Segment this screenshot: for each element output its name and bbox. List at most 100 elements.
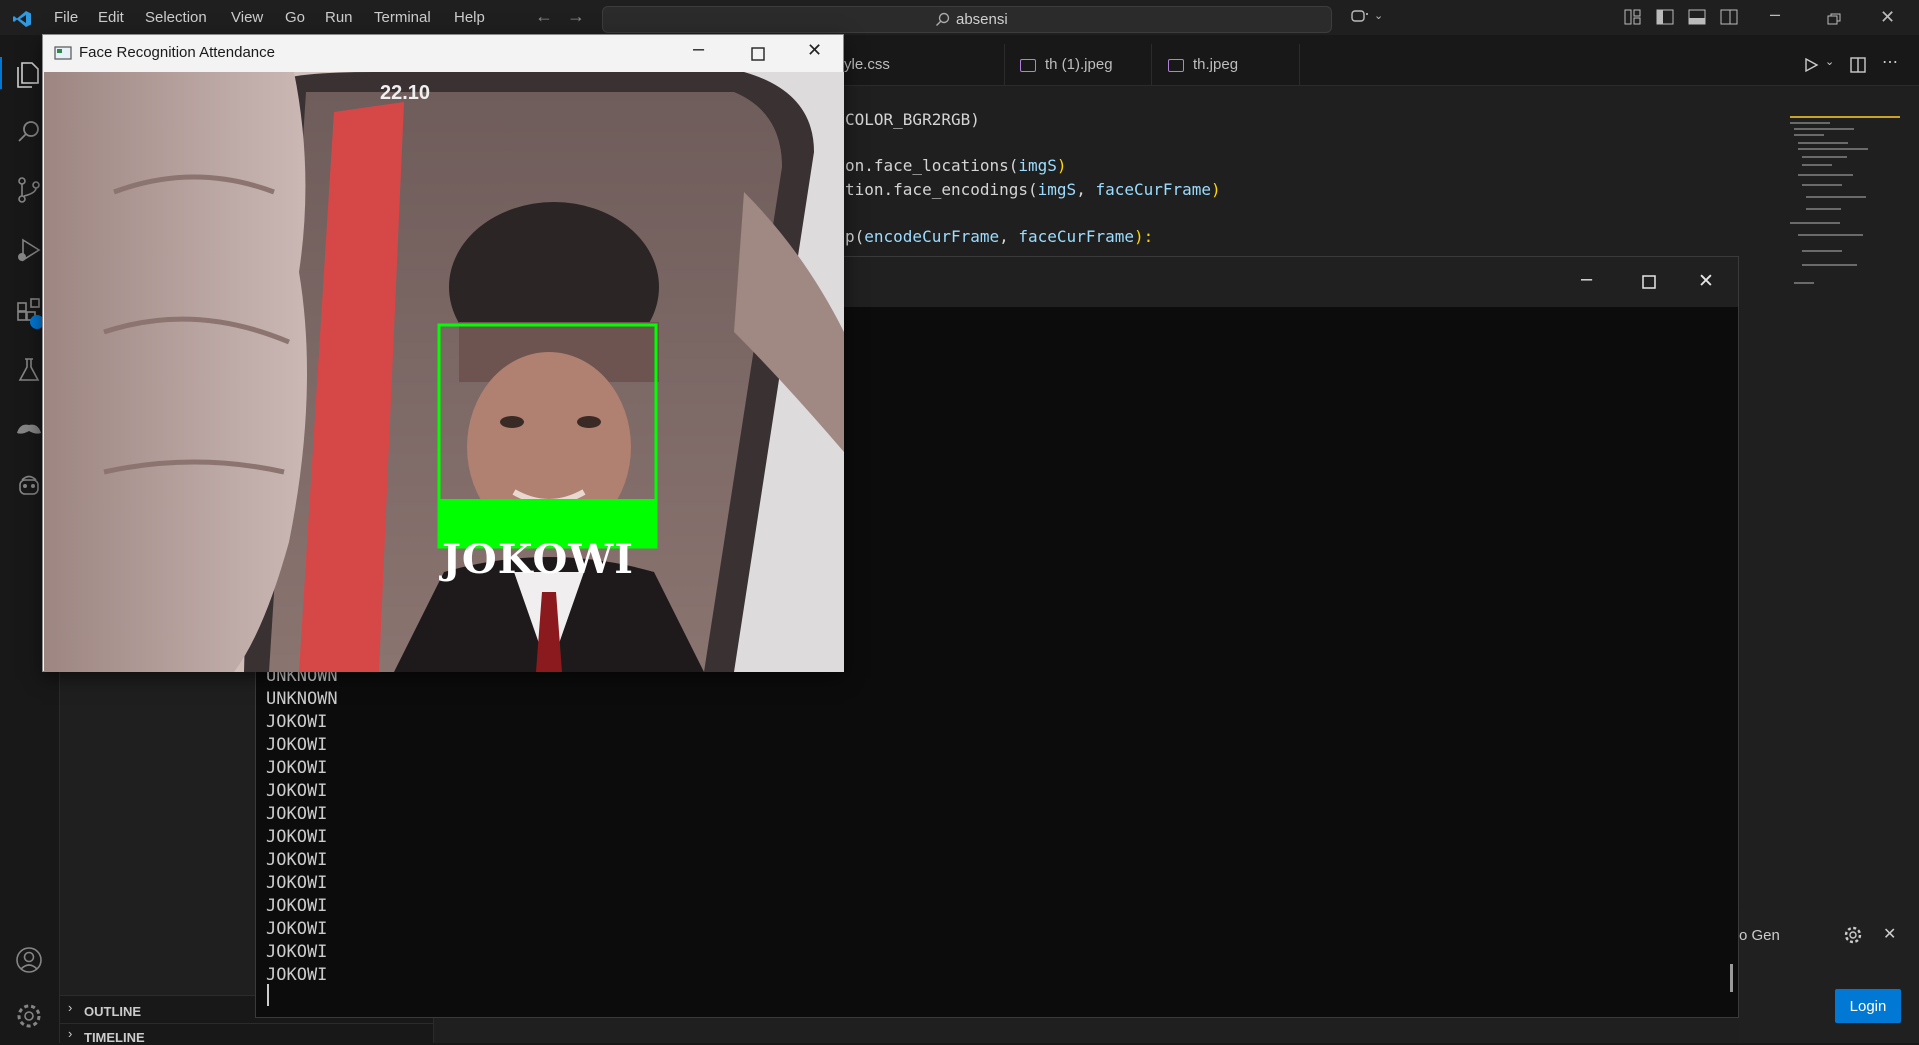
app-window-icon — [54, 46, 72, 60]
notification-settings-gear-icon[interactable] — [1843, 925, 1863, 945]
menu-help[interactable]: Help — [454, 9, 485, 26]
explorer-icon[interactable] — [14, 59, 44, 89]
menu-selection[interactable]: Selection — [145, 9, 207, 26]
code-line: on.face_locations(imgS) — [845, 156, 1067, 175]
source-control-icon[interactable] — [14, 175, 44, 205]
remote-explorer-icon[interactable] — [14, 413, 44, 443]
copilot-icon[interactable] — [1350, 8, 1370, 26]
notification-close-icon[interactable]: ✕ — [1883, 924, 1896, 944]
menu-go[interactable]: Go — [285, 9, 305, 26]
terminal-output-line: JOKOWI — [266, 942, 328, 962]
menu-edit[interactable]: Edit — [98, 9, 124, 26]
terminal-output-line: JOKOWI — [266, 919, 328, 939]
image-file-icon — [1168, 58, 1184, 72]
testing-icon[interactable] — [14, 355, 44, 385]
menu-file[interactable]: File — [54, 9, 78, 26]
account-icon[interactable] — [14, 945, 44, 975]
tab-label: yle.css — [844, 56, 890, 73]
face-recognition-window: Face Recognition Attendance – ✕ 22.10 JO… — [42, 34, 844, 672]
minimap-line — [1802, 164, 1832, 166]
minimap-line — [1790, 122, 1830, 124]
terminal-output: UNKNOWN UNKNOWN JOKOWI JOKOWI JOKOWI JOKOWI JO… — [266, 665, 338, 987]
run-file-icon[interactable] — [1803, 57, 1819, 73]
face-window-maximize-icon[interactable] — [751, 47, 765, 61]
phone-clock-text: 22.10 — [380, 82, 431, 104]
minimap-line — [1806, 196, 1866, 198]
terminal-output-line: JOKOWI — [266, 827, 328, 847]
minimap-line — [1794, 134, 1824, 136]
notification-text: o Gen — [1739, 927, 1780, 944]
terminal-output-line: JOKOWI — [266, 873, 328, 893]
settings-gear-icon[interactable] — [14, 1001, 44, 1031]
minimize-icon[interactable]: – — [1770, 4, 1780, 25]
divider — [60, 1023, 434, 1024]
back-arrow-icon[interactable]: ← — [535, 6, 553, 27]
terminal-output-line: JOKOWI — [266, 896, 328, 916]
chevron-right-icon: › — [68, 1000, 73, 1015]
minimap-line — [1794, 282, 1814, 284]
title-bar: File Edit Selection View Go Run Terminal… — [0, 0, 1919, 35]
terminal-output-line: JOKOWI — [266, 781, 328, 801]
terminal-output-line: JOKOWI — [266, 965, 328, 985]
customize-layout-icon[interactable] — [1623, 8, 1643, 26]
minimap-line — [1798, 142, 1848, 144]
restore-icon[interactable] — [1827, 13, 1841, 25]
run-debug-icon[interactable] — [14, 235, 44, 265]
terminal-output-line: JOKOWI — [266, 735, 328, 755]
terminal-output-line: UNKNOWN — [266, 689, 338, 709]
tab-label: th (1).jpeg — [1045, 56, 1113, 73]
more-actions-icon[interactable]: ⋯ — [1882, 52, 1898, 72]
tab-label: th.jpeg — [1193, 56, 1239, 73]
code-line: COLOR_BGR2RGB) — [845, 110, 980, 129]
minimap[interactable] — [1790, 112, 1905, 292]
terminal-output-line: JOKOWI — [266, 712, 328, 732]
minimap-line — [1790, 222, 1840, 224]
minimap-highlight — [1790, 116, 1900, 118]
terminal-maximize-icon[interactable] — [1642, 275, 1656, 289]
run-dropdown-chevron-icon[interactable]: ⌄ — [1825, 55, 1834, 68]
toggle-secondary-sidebar-icon[interactable] — [1719, 8, 1739, 26]
active-indicator — [0, 57, 2, 89]
command-center-search[interactable]: absensi — [602, 6, 1332, 33]
tab-style-css[interactable]: yle.css — [844, 44, 1005, 85]
face-window-minimize-icon[interactable]: – — [693, 38, 704, 61]
face-window-title: Face Recognition Attendance — [79, 44, 275, 61]
forward-arrow-icon[interactable]: → — [567, 6, 585, 27]
recognized-name-label: JOKOWI — [442, 536, 634, 583]
minimap-line — [1802, 184, 1842, 186]
terminal-close-icon[interactable]: ✕ — [1698, 270, 1714, 293]
copilot-chat-icon[interactable] — [14, 471, 44, 501]
minimap-line — [1802, 250, 1842, 252]
camera-feed: 22.10 JOKOWI — [44, 72, 844, 672]
menu-terminal[interactable]: Terminal — [374, 9, 431, 26]
code-line: tion.face_encodings(imgS, faceCurFrame) — [845, 180, 1221, 199]
terminal-output-line: JOKOWI — [266, 804, 328, 824]
minimap-line — [1798, 234, 1863, 236]
terminal-output-line: JOKOWI — [266, 850, 328, 870]
tab-th1-jpeg[interactable]: th (1).jpeg — [1004, 44, 1152, 85]
face-window-close-icon[interactable]: ✕ — [807, 40, 822, 61]
search-view-icon[interactable] — [14, 117, 44, 147]
toggle-primary-sidebar-icon[interactable] — [1655, 8, 1675, 26]
chevron-right-icon: › — [68, 1026, 73, 1041]
terminal-scrollbar[interactable] — [1730, 964, 1733, 992]
minimap-line — [1798, 148, 1868, 150]
toggle-panel-icon[interactable] — [1687, 8, 1707, 26]
split-editor-icon[interactable] — [1850, 57, 1866, 73]
terminal-output-line: JOKOWI — [266, 758, 328, 778]
login-button[interactable]: Login — [1835, 989, 1901, 1023]
minimap-line — [1794, 128, 1854, 130]
menu-view[interactable]: View — [231, 9, 263, 26]
close-window-icon[interactable]: ✕ — [1880, 7, 1895, 28]
minimap-line — [1802, 156, 1847, 158]
menu-run[interactable]: Run — [325, 9, 353, 26]
minimap-line — [1806, 208, 1841, 210]
minimap-line — [1802, 264, 1857, 266]
terminal-minimize-icon[interactable]: – — [1581, 268, 1592, 291]
tab-th-jpeg[interactable]: th.jpeg — [1152, 44, 1300, 85]
chevron-down-icon[interactable]: ⌄ — [1374, 9, 1383, 22]
command-center-label: absensi — [956, 11, 1008, 28]
notification-toast: o Gen ✕ Login — [1739, 910, 1919, 1043]
outline-section-header[interactable]: OUTLINE — [84, 1004, 141, 1019]
image-file-icon — [1020, 58, 1036, 72]
